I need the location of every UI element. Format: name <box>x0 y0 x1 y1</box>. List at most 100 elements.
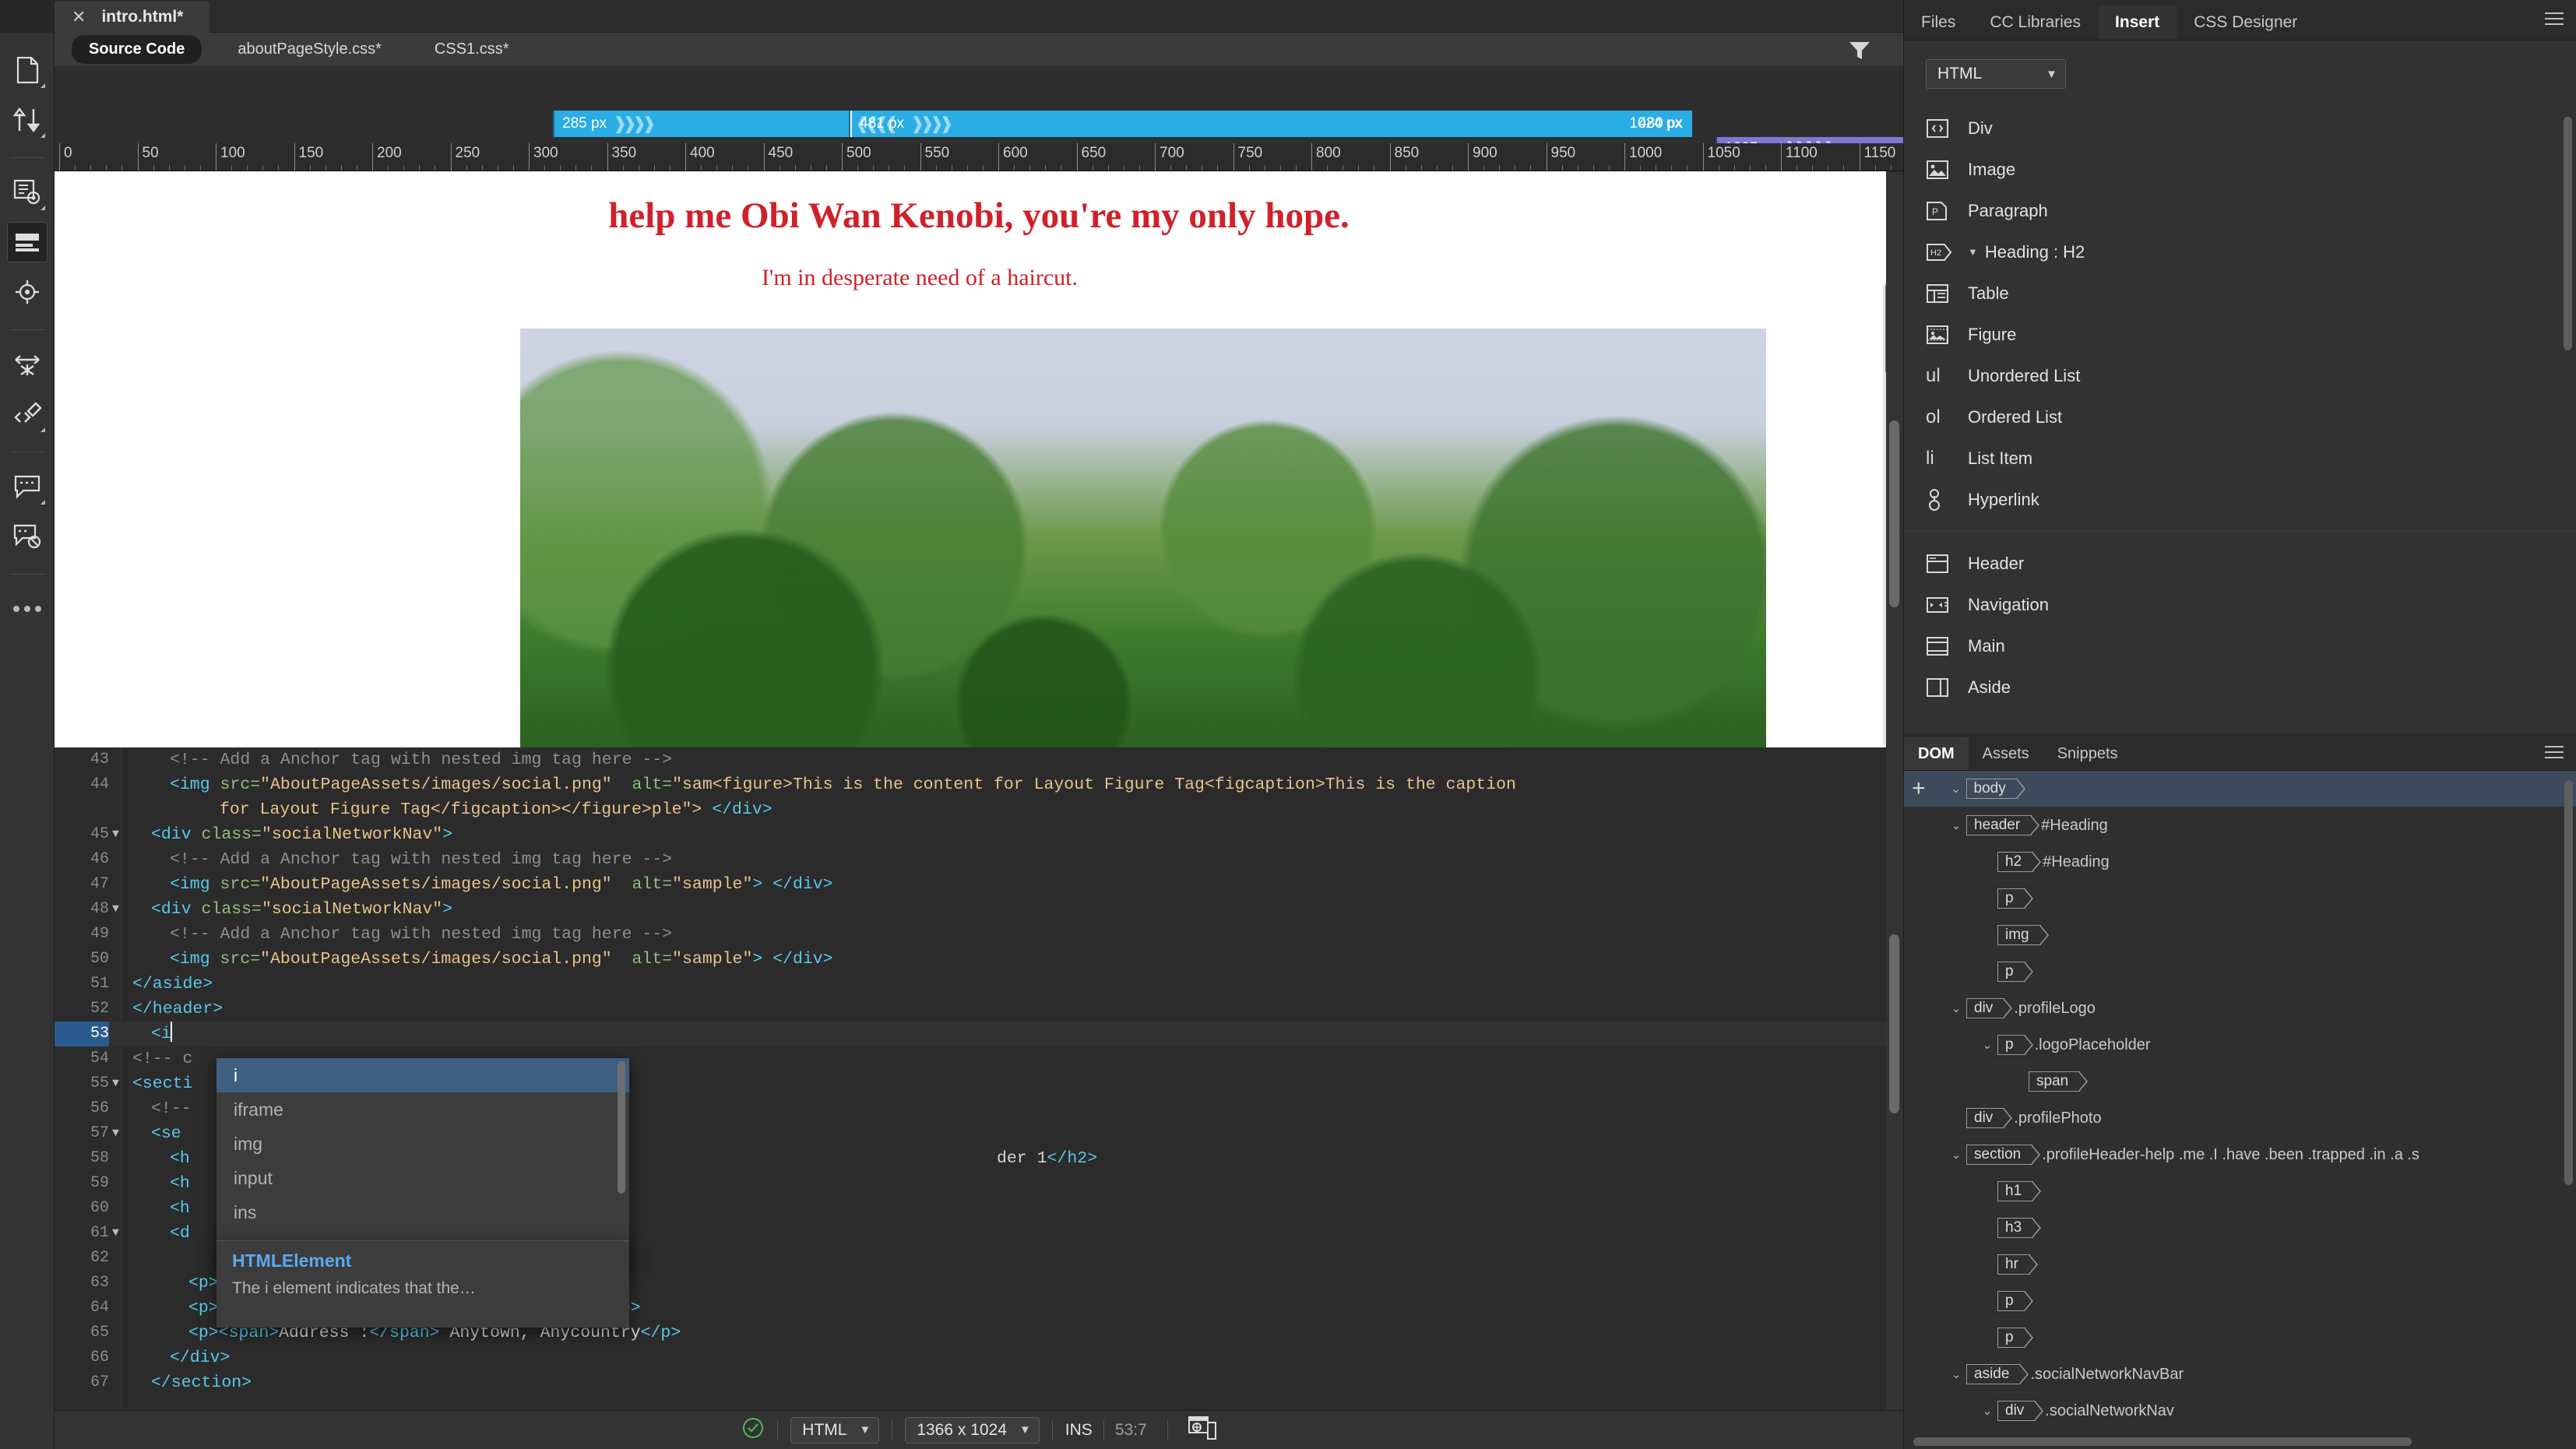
dom-node-h2[interactable]: h2 #Heading <box>1904 844 2576 881</box>
insert-item-heading-h2[interactable]: H2 ▼ Heading : H2 <box>1904 231 2576 273</box>
file-management-icon[interactable] <box>7 50 48 90</box>
autocomplete-item[interactable]: ins <box>216 1195 629 1229</box>
code-scrollbar[interactable] <box>1886 747 1903 1410</box>
dom-tab-dom[interactable]: DOM <box>1904 737 1969 770</box>
insert-item-table[interactable]: Table <box>1904 273 2576 314</box>
panel-tab-css-designer[interactable]: CSS Designer <box>2177 5 2314 40</box>
get-put-files-icon[interactable] <box>7 100 48 140</box>
autocomplete-item[interactable]: img <box>216 1127 629 1161</box>
insert-panel-scrollbar[interactable] <box>2564 117 2572 350</box>
insert-item-aside[interactable]: Aside <box>1904 666 2576 708</box>
apply-comment-icon[interactable] <box>7 466 48 507</box>
dom-node-span[interactable]: span <box>1904 1064 2576 1100</box>
code-line[interactable]: 66 </div> <box>55 1345 1903 1370</box>
code-line[interactable]: 48 ▼ <div class="socialNetworkNav"> <box>55 897 1903 922</box>
insert-item-paragraph[interactable]: P Paragraph <box>1904 190 2576 231</box>
code-line[interactable]: 47 <img src="AboutPageAssets/images/socia… <box>55 872 1903 897</box>
code-line[interactable]: 49 <!-- Add a Anchor tag with nested img … <box>55 922 1903 947</box>
code-line[interactable]: 50 <img src="AboutPageAssets/images/socia… <box>55 947 1903 972</box>
code-fold-toggle[interactable]: ▼ <box>112 822 119 847</box>
code-line[interactable]: 67 </section> <box>55 1370 1903 1395</box>
dom-node-h3[interactable]: h3 <box>1904 1210 2576 1247</box>
dom-node-div[interactable]: div .profilePhoto <box>1904 1100 2576 1137</box>
insert-item-div[interactable]: Div <box>1904 107 2576 149</box>
media-query-285[interactable]: 285 px ❱❱❱❱ <box>553 111 849 137</box>
code-line[interactable]: 51 </aside> <box>55 972 1903 997</box>
insert-item-header[interactable]: Header <box>1904 543 2576 584</box>
filter-icon[interactable] <box>1849 40 1870 65</box>
dom-node-img[interactable]: img <box>1904 1430 2576 1435</box>
design-ruler[interactable]: 0 50 100 150 200 250 300 350 400 450 500 550 600 650 7… <box>55 143 1903 171</box>
media-query-481-label[interactable]: 481 px ❱❱❱❱ 1024 px <box>850 111 1691 137</box>
code-fold-toggle[interactable]: ▼ <box>112 1121 119 1146</box>
dom-node-header[interactable]: ⌄ header #Heading <box>1904 807 2576 844</box>
dom-tab-assets[interactable]: Assets <box>1969 737 2043 770</box>
dom-expand-toggle[interactable]: ⌄ <box>1946 1148 1966 1162</box>
code-line[interactable]: 53 <i <box>55 1022 1903 1046</box>
dom-panel-menu-icon[interactable] <box>2545 746 2564 762</box>
dom-expand-toggle[interactable]: ⌄ <box>1946 1001 1966 1015</box>
tab-source-code[interactable]: Source Code <box>72 35 202 64</box>
autocomplete-item[interactable]: iframe <box>216 1092 629 1127</box>
dom-node-p[interactable]: ⌄ p .logoPlaceholder <box>1904 1027 2576 1064</box>
design-view-scrollbar[interactable] <box>1886 171 1903 747</box>
remove-comment-icon[interactable] <box>7 516 48 557</box>
dom-node-h1[interactable]: h1 <box>1904 1173 2576 1210</box>
insert-item-list-item[interactable]: li List Item <box>1904 438 2576 479</box>
dom-expand-toggle[interactable]: ⌄ <box>1946 1367 1966 1381</box>
window-size-select[interactable]: 1366 x 1024 ▼ <box>905 1416 1040 1444</box>
doctype-select[interactable]: HTML ▼ <box>790 1416 880 1444</box>
dom-expand-toggle[interactable]: ⌄ <box>1977 1404 1997 1418</box>
autocomplete-item[interactable]: i <box>216 1058 629 1092</box>
autocomplete-item[interactable]: input <box>216 1161 629 1195</box>
chevron-down-icon[interactable]: ▼ <box>1968 246 1978 258</box>
dom-node-div[interactable]: ⌄ div .socialNetworkNav <box>1904 1393 2576 1430</box>
code-fold-toggle[interactable]: ▼ <box>112 1071 119 1096</box>
dom-node-p[interactable]: p <box>1904 881 2576 917</box>
dom-tab-snippets[interactable]: Snippets <box>2043 737 2132 770</box>
code-line[interactable]: 43 <!-- Add a Anchor tag with nested img … <box>55 747 1903 772</box>
insert-item-unordered-list[interactable]: ul Unordered List <box>1904 355 2576 396</box>
insert-item-hyperlink[interactable]: Hyperlink <box>1904 479 2576 520</box>
autocomplete-popup[interactable]: i iframe img input ins <box>216 1058 629 1270</box>
dom-expand-toggle[interactable]: ⌄ <box>1946 818 1966 832</box>
tab-aboutpagestyle-css[interactable]: aboutPageStyle.css* <box>220 35 399 64</box>
autocomplete-scrollbar[interactable] <box>618 1061 625 1194</box>
code-line[interactable]: 45 ▼ <div class="socialNetworkNav"> <box>55 822 1903 847</box>
dom-node-div[interactable]: ⌄ div .profileLogo <box>1904 990 2576 1027</box>
code-line[interactable]: 46 <!-- Add a Anchor tag with nested img … <box>55 847 1903 872</box>
inspect-icon[interactable] <box>7 272 48 312</box>
more-tools-icon[interactable] <box>7 589 48 629</box>
dom-node-body[interactable]: + ⌄ body <box>1904 771 2576 807</box>
code-fold-toggle[interactable]: ▼ <box>112 1221 119 1246</box>
code-line[interactable]: 52 </header> <box>55 997 1903 1022</box>
dom-node-img[interactable]: img <box>1904 917 2576 954</box>
document-tab-intro-html[interactable]: ✕ intro.html* <box>55 2 210 33</box>
panel-menu-icon[interactable] <box>2545 12 2564 29</box>
code-line[interactable]: for Layout Figure Tag</figcaption></figu… <box>55 797 1903 822</box>
panel-tab-files[interactable]: Files <box>1904 5 1972 40</box>
panel-tab-cc-libraries[interactable]: CC Libraries <box>1972 5 2098 40</box>
word-wrap-icon[interactable] <box>7 344 48 385</box>
dom-horizontal-scrollbar[interactable] <box>1913 1437 2412 1446</box>
tab-css1-css[interactable]: CSS1.css* <box>417 35 526 64</box>
insert-item-ordered-list[interactable]: ol Ordered List <box>1904 396 2576 438</box>
insert-category-select[interactable]: HTML ▼ <box>1926 59 2066 89</box>
dom-expand-toggle[interactable]: ⌄ <box>1946 782 1966 796</box>
panel-tab-insert[interactable]: Insert <box>2098 5 2177 40</box>
dom-node-p[interactable]: p <box>1904 1320 2576 1356</box>
dom-node-p[interactable]: p <box>1904 1283 2576 1320</box>
dom-node-p[interactable]: p <box>1904 954 2576 990</box>
dom-expand-toggle[interactable]: ⌄ <box>1977 1038 1997 1052</box>
code-line[interactable]: 44 <img src="AboutPageAssets/images/socia… <box>55 772 1903 797</box>
code-fold-toggle[interactable]: ▼ <box>112 897 119 922</box>
dom-vertical-scrollbar[interactable] <box>2564 780 2573 1185</box>
insert-item-image[interactable]: Image <box>1904 149 2576 190</box>
live-code-icon[interactable] <box>7 172 48 213</box>
insert-item-figure[interactable]: Figure <box>1904 314 2576 355</box>
dom-node-aside[interactable]: ⌄ aside .socialNetworkNavBar <box>1904 1356 2576 1393</box>
insert-item-main[interactable]: Main <box>1904 625 2576 666</box>
highlight-invalid-code-icon[interactable] <box>7 394 48 434</box>
dom-node-section[interactable]: ⌄ section .profileHeader-help .me .I .have… <box>1904 1137 2576 1173</box>
add-element-icon[interactable]: + <box>1912 777 1926 800</box>
